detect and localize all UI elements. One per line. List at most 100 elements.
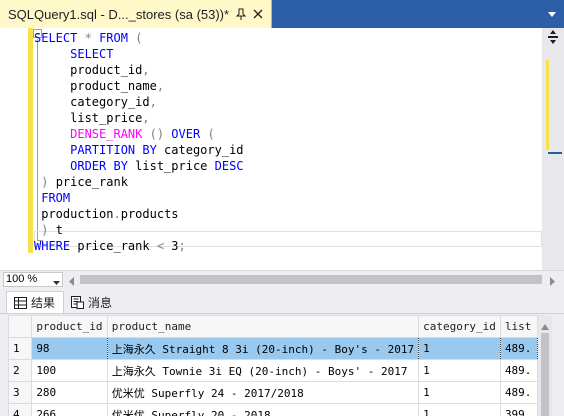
zoom-select[interactable]: 100 % bbox=[3, 272, 63, 287]
table-row[interactable]: 2 100 上海永久 Townie 3i EQ (20-inch) - Boys… bbox=[8, 359, 538, 382]
change-tracking-bar bbox=[28, 28, 33, 253]
code-line[interactable]: ) t bbox=[34, 222, 63, 238]
document-tab-strip: SQLQuery1.sql - D..._stores (sa (53))* bbox=[0, 0, 564, 28]
code-line[interactable]: list_price, bbox=[34, 110, 150, 126]
table-cell[interactable]: 100 bbox=[31, 359, 108, 382]
code-token: , bbox=[156, 79, 165, 93]
column-header-product-name[interactable]: product_name bbox=[106, 315, 420, 338]
code-line[interactable]: SELECT * FROM ( bbox=[34, 30, 142, 46]
table-cell[interactable]: 489. bbox=[499, 337, 538, 360]
code-token: () bbox=[149, 127, 165, 141]
code-token: ORDER BY bbox=[70, 159, 128, 173]
code-line[interactable]: DENSE_RANK () OVER ( bbox=[34, 126, 215, 142]
column-header-product-id[interactable]: product_id bbox=[31, 315, 108, 338]
table-cell[interactable]: 1 bbox=[418, 359, 501, 382]
code-token: . bbox=[113, 207, 121, 221]
table-cell[interactable]: 489. bbox=[499, 381, 538, 404]
grid-vertical-scrollbar[interactable] bbox=[538, 315, 552, 416]
code-line[interactable]: ) price_rank bbox=[34, 174, 128, 190]
close-icon[interactable] bbox=[251, 7, 264, 20]
row-number[interactable]: 1 bbox=[8, 337, 33, 360]
code-token: product_name bbox=[34, 79, 157, 93]
code-line[interactable]: production.products bbox=[34, 206, 178, 222]
table-cell[interactable]: 399. bbox=[499, 403, 538, 416]
table-cell[interactable]: 1 bbox=[418, 337, 501, 360]
code-token: category_id bbox=[34, 95, 150, 109]
code-token: product_id bbox=[34, 63, 143, 77]
code-token: OVER bbox=[171, 127, 201, 141]
code-line[interactable]: PARTITION BY category_id bbox=[34, 142, 244, 158]
grid-header-row: product_id product_name category_id list bbox=[8, 315, 538, 338]
column-header-category-id[interactable]: category_id bbox=[418, 315, 501, 338]
scroll-left-icon[interactable] bbox=[68, 275, 76, 286]
code-token: ; bbox=[178, 239, 186, 253]
zoom-value: 100 % bbox=[6, 273, 38, 285]
table-cell[interactable]: 1 bbox=[418, 403, 501, 416]
row-number[interactable]: 3 bbox=[8, 381, 33, 404]
results-tab-strip: 结果 消息 bbox=[0, 289, 564, 314]
code-token: WHERE bbox=[34, 239, 71, 253]
code-line[interactable]: category_id, bbox=[34, 94, 157, 110]
table-row[interactable]: 4 266 优米优 Superfly 20 - 2018 1 399. bbox=[8, 403, 538, 416]
results-grid[interactable]: product_id product_name category_id list… bbox=[8, 315, 538, 416]
code-area[interactable]: SELECT * FROM ( SELECT product_id, produ… bbox=[34, 28, 542, 270]
split-editor-icon[interactable] bbox=[546, 30, 560, 44]
table-row[interactable]: 1 98 上海永久 Straight 8 3i (20-inch) - Boy'… bbox=[8, 337, 538, 360]
code-line[interactable]: SELECT bbox=[34, 46, 113, 62]
tab-messages[interactable]: 消息 bbox=[66, 291, 126, 313]
tab-overflow-icon[interactable] bbox=[546, 8, 558, 20]
vertical-scrollbar[interactable] bbox=[542, 28, 564, 270]
grid-corner-cell[interactable] bbox=[8, 315, 33, 338]
table-cell[interactable]: 上海永久 Townie 3i EQ (20-inch) - Boys' - 20… bbox=[106, 359, 420, 382]
document-tab-title: SQLQuery1.sql - D..._stores (sa (53))* bbox=[8, 6, 230, 22]
code-line[interactable]: product_id, bbox=[34, 62, 150, 78]
code-line[interactable]: ORDER BY list_price DESC bbox=[34, 158, 243, 174]
table-cell[interactable]: 优米优 Superfly 20 - 2018 bbox=[106, 403, 420, 416]
grid-scroll-thumb[interactable] bbox=[541, 333, 549, 416]
tab-results[interactable]: 结果 bbox=[6, 291, 64, 313]
code-token: list_price bbox=[34, 111, 143, 125]
row-number[interactable]: 4 bbox=[8, 403, 33, 416]
code-line[interactable]: product_name, bbox=[34, 78, 164, 94]
table-cell[interactable]: 1 bbox=[418, 381, 501, 404]
table-cell[interactable]: 上海永久 Straight 8 3i (20-inch) - Boy's - 2… bbox=[106, 337, 420, 360]
document-tab[interactable]: SQLQuery1.sql - D..._stores (sa (53))* bbox=[0, 0, 272, 28]
code-line[interactable]: WHERE price_rank < 3; bbox=[34, 238, 186, 254]
pin-icon[interactable] bbox=[234, 7, 247, 20]
code-line[interactable]: FROM bbox=[34, 190, 70, 206]
code-token: production bbox=[34, 207, 114, 221]
code-token: FROM bbox=[41, 191, 71, 205]
horizontal-scrollbar[interactable] bbox=[78, 273, 544, 286]
table-cell[interactable]: 489. bbox=[499, 359, 538, 382]
code-token: < bbox=[156, 239, 165, 253]
code-token: PARTITION BY bbox=[70, 143, 157, 157]
editor-gutter bbox=[0, 28, 28, 270]
code-token: t bbox=[48, 223, 63, 237]
chevron-down-icon bbox=[53, 277, 60, 285]
sql-editor[interactable]: − SELECT * FROM ( SELECT product_id, pro… bbox=[0, 28, 564, 270]
scroll-up-icon[interactable] bbox=[541, 319, 549, 330]
code-token: price_rank bbox=[48, 175, 128, 189]
scroll-right-icon[interactable] bbox=[548, 275, 556, 286]
code-token: list_price bbox=[127, 159, 215, 173]
code-token: * bbox=[84, 31, 92, 45]
column-header-list-price[interactable]: list bbox=[499, 315, 538, 338]
messages-icon bbox=[70, 295, 84, 309]
table-cell[interactable]: 优米优 Superfly 24 - 2017/2018 bbox=[106, 381, 420, 404]
tab-messages-label: 消息 bbox=[88, 295, 113, 310]
code-token: category_id bbox=[156, 143, 244, 157]
table-cell[interactable]: 280 bbox=[31, 381, 108, 404]
table-cell[interactable]: 266 bbox=[31, 403, 108, 416]
scroll-caret-marker bbox=[548, 152, 562, 154]
code-token: , bbox=[142, 63, 150, 77]
horizontal-scroll-thumb[interactable] bbox=[80, 275, 542, 284]
table-row[interactable]: 3 280 优米优 Superfly 24 - 2017/2018 1 489. bbox=[8, 381, 538, 404]
code-token: , bbox=[149, 95, 157, 109]
code-token: FROM bbox=[99, 31, 128, 45]
row-number[interactable]: 2 bbox=[8, 359, 33, 382]
table-cell[interactable]: 98 bbox=[31, 337, 108, 360]
